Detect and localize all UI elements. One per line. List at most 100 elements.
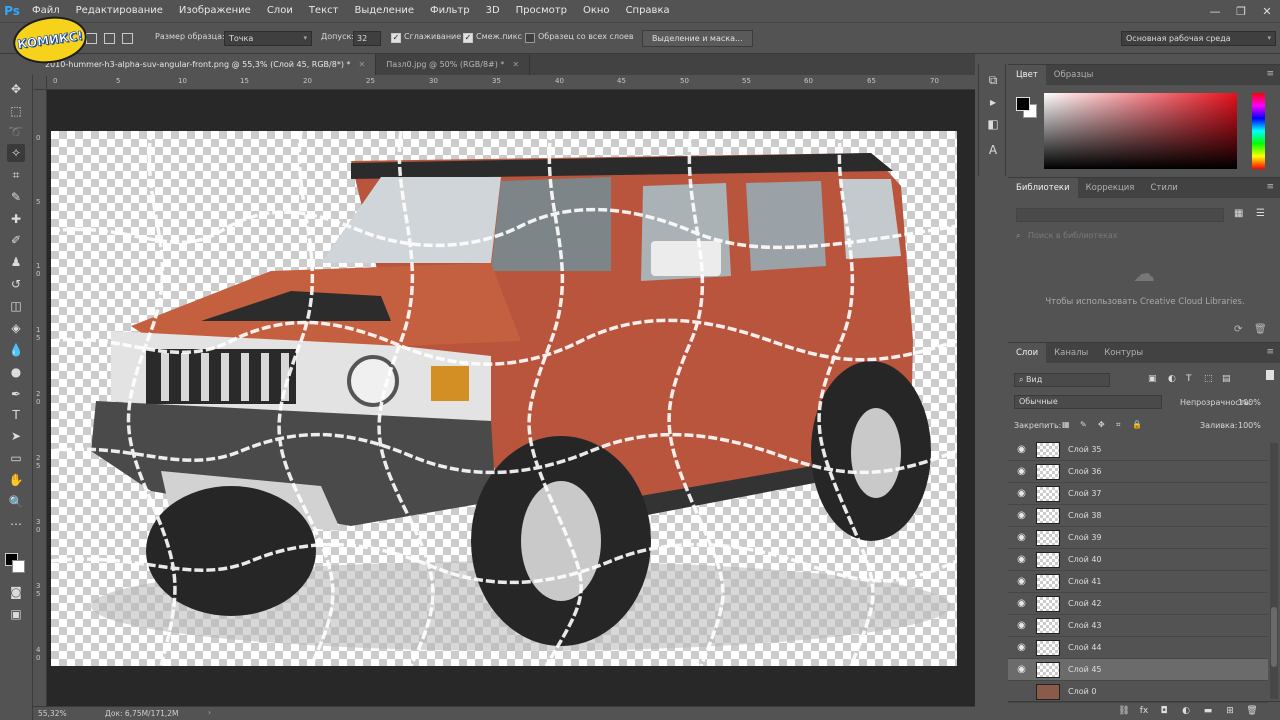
healing-brush-icon[interactable]: ✚ bbox=[7, 210, 25, 228]
adjustment-layer-icon[interactable]: ◐ bbox=[1180, 706, 1192, 718]
menu-layers[interactable]: Слои bbox=[259, 0, 301, 22]
marquee-tool-icon[interactable]: ⬚ bbox=[7, 102, 25, 120]
tab-channels[interactable]: Каналы bbox=[1046, 343, 1096, 363]
foreground-color[interactable] bbox=[1016, 97, 1030, 111]
layer-row[interactable]: ◉ Слой 44 bbox=[1008, 637, 1268, 659]
tab-puzzle-document[interactable]: Пазл0.jpg @ 50% (RGB/8#) * ✕ bbox=[376, 54, 531, 75]
eye-icon[interactable]: ◉ bbox=[1016, 576, 1027, 587]
menu-image[interactable]: Изображение bbox=[171, 0, 259, 22]
more-tools-icon[interactable]: ⋯ bbox=[7, 515, 25, 533]
eye-icon[interactable]: ◉ bbox=[1016, 444, 1027, 455]
tolerance-input[interactable]: 32 bbox=[353, 31, 381, 46]
library-select[interactable] bbox=[1016, 208, 1224, 222]
opacity-value[interactable]: 100% bbox=[1238, 398, 1261, 407]
screen-mode-icon[interactable]: ▣ bbox=[7, 605, 25, 623]
layer-row[interactable]: ◉ Слой 35 bbox=[1008, 439, 1268, 461]
horizontal-ruler[interactable]: 0 5 10 15 20 25 30 35 40 45 50 55 60 65 … bbox=[47, 76, 975, 90]
actions-icon[interactable]: ▸ bbox=[985, 94, 1001, 110]
filter-image-icon[interactable]: ▣ bbox=[1148, 374, 1157, 384]
menu-type[interactable]: Текст bbox=[301, 0, 347, 22]
layer-row[interactable]: ◉ Слой 40 bbox=[1008, 549, 1268, 571]
path-selection-icon[interactable]: ➤ bbox=[7, 427, 25, 445]
eye-icon[interactable]: ◉ bbox=[1016, 488, 1027, 499]
document-canvas[interactable] bbox=[51, 131, 957, 666]
paint-bucket-icon[interactable]: ◈ bbox=[7, 319, 25, 337]
vertical-ruler[interactable]: 0 5 1 0 1 5 2 0 2 5 3 0 3 5 4 0 bbox=[34, 90, 47, 706]
tab-paths[interactable]: Контуры bbox=[1096, 343, 1151, 363]
menu-filter[interactable]: Фильтр bbox=[422, 0, 478, 22]
lock-paint-icon[interactable]: ✎ bbox=[1080, 420, 1087, 429]
layer-row-selected[interactable]: ◉ Слой 45 bbox=[1008, 659, 1268, 681]
contiguous-checkbox[interactable]: ✓ bbox=[463, 33, 473, 43]
eye-icon[interactable]: ◉ bbox=[1016, 642, 1027, 653]
zoom-level[interactable]: 55,32% bbox=[38, 709, 67, 718]
restore-button[interactable]: ❐ bbox=[1228, 0, 1254, 22]
crop-tool-icon[interactable]: ⌗ bbox=[7, 166, 25, 184]
layer-row[interactable]: ◉ Слой 37 bbox=[1008, 483, 1268, 505]
blend-mode-select[interactable]: Обычные bbox=[1014, 395, 1162, 409]
lasso-tool-icon[interactable]: ➰ bbox=[7, 123, 25, 141]
clone-stamp-icon[interactable]: ♟ bbox=[7, 253, 25, 271]
properties-icon[interactable]: ◧ bbox=[985, 116, 1001, 132]
minimize-button[interactable]: — bbox=[1202, 0, 1228, 22]
eye-icon[interactable]: ◉ bbox=[1016, 466, 1027, 477]
select-mask-button[interactable]: Выделение и маска... bbox=[642, 30, 753, 47]
eye-icon[interactable]: ◉ bbox=[1016, 532, 1027, 543]
eye-hidden-icon[interactable]: ◉ bbox=[1016, 686, 1027, 697]
menu-help[interactable]: Справка bbox=[618, 0, 678, 22]
filter-toggle[interactable] bbox=[1266, 370, 1274, 380]
zoom-tool-icon[interactable]: 🔍 bbox=[7, 493, 25, 511]
cc-sync-icon[interactable]: ⟳ bbox=[1234, 324, 1242, 335]
dodge-tool-icon[interactable]: ● bbox=[7, 363, 25, 381]
character-icon[interactable]: A bbox=[985, 142, 1001, 158]
eye-icon[interactable]: ◉ bbox=[1016, 620, 1027, 631]
eye-icon[interactable]: ◉ bbox=[1016, 554, 1027, 565]
eraser-tool-icon[interactable]: ◫ bbox=[7, 297, 25, 315]
eyedropper-tool-icon[interactable]: ✎ bbox=[7, 188, 25, 206]
tab-libraries[interactable]: Библиотеки bbox=[1008, 178, 1078, 198]
new-selection-icon[interactable] bbox=[86, 33, 97, 44]
magic-wand-tool-icon[interactable]: ✧ bbox=[7, 144, 25, 162]
lock-all-icon[interactable]: 🔒 bbox=[1132, 420, 1142, 429]
tab-hummer-document[interactable]: 2010-hummer-h3-alpha-suv-angular-front.p… bbox=[35, 54, 377, 75]
trash-icon[interactable]: 🗑 bbox=[1254, 324, 1267, 335]
type-tool-icon[interactable]: T bbox=[7, 406, 25, 424]
blur-tool-icon[interactable]: 💧 bbox=[7, 341, 25, 359]
layers-scrollbar[interactable] bbox=[1270, 443, 1278, 699]
panel-menu-icon[interactable]: ≡ bbox=[1266, 69, 1274, 79]
antialias-checkbox[interactable]: ✓ bbox=[391, 33, 401, 43]
tab-adjustments[interactable]: Коррекция bbox=[1078, 178, 1143, 198]
add-mask-icon[interactable]: ◘ bbox=[1158, 706, 1170, 718]
layer-row[interactable]: ◉ Слой 43 bbox=[1008, 615, 1268, 637]
menu-select[interactable]: Выделение bbox=[346, 0, 422, 22]
filter-type-icon[interactable]: T bbox=[1186, 374, 1192, 384]
layer-style-icon[interactable]: fx bbox=[1138, 706, 1150, 718]
menu-window[interactable]: Окно bbox=[575, 0, 618, 22]
rectangle-tool-icon[interactable]: ▭ bbox=[7, 449, 25, 467]
layer-row[interactable]: ◉ Слой 38 bbox=[1008, 505, 1268, 527]
eye-icon[interactable]: ◉ bbox=[1016, 664, 1027, 675]
layer-row[interactable]: ◉ Слой 36 bbox=[1008, 461, 1268, 483]
move-tool-icon[interactable]: ✥ bbox=[7, 80, 25, 98]
subtract-selection-icon[interactable] bbox=[122, 33, 133, 44]
eye-icon[interactable]: ◉ bbox=[1016, 510, 1027, 521]
layer-row[interactable]: ◉ Слой 41 bbox=[1008, 571, 1268, 593]
filter-smart-icon[interactable]: ▤ bbox=[1222, 374, 1231, 384]
add-selection-icon[interactable] bbox=[104, 33, 115, 44]
grid-view-icon[interactable]: ▦ bbox=[1234, 208, 1243, 219]
hand-tool-icon[interactable]: ✋ bbox=[7, 471, 25, 489]
lock-transparency-icon[interactable]: ▦ bbox=[1062, 420, 1070, 429]
fill-value[interactable]: 100% bbox=[1238, 421, 1261, 430]
hue-slider[interactable] bbox=[1252, 93, 1265, 169]
all-layers-checkbox[interactable]: ✓ bbox=[525, 33, 535, 43]
history-icon[interactable]: ⧉ bbox=[985, 72, 1001, 88]
workspace-select[interactable]: Основная рабочая среда ▾ bbox=[1121, 31, 1276, 46]
new-group-icon[interactable]: ▬ bbox=[1202, 706, 1214, 718]
link-layers-icon[interactable]: ⛓ bbox=[1118, 706, 1130, 718]
close-icon[interactable]: ✕ bbox=[358, 60, 365, 69]
quick-mask-icon[interactable]: ◙ bbox=[7, 583, 25, 601]
tab-swatches[interactable]: Образцы bbox=[1046, 65, 1102, 85]
layer-filter-select[interactable]: ⌕ Вид bbox=[1014, 373, 1110, 387]
new-layer-icon[interactable]: ⊞ bbox=[1224, 706, 1236, 718]
menu-3d[interactable]: 3D bbox=[478, 0, 508, 22]
